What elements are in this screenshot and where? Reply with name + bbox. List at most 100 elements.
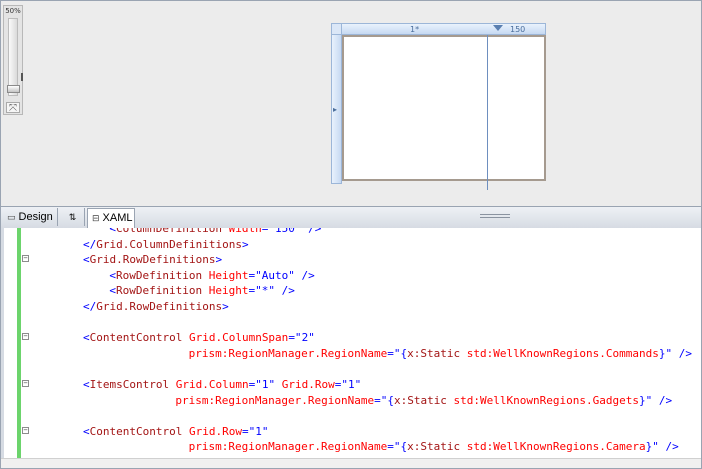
swap-panes-button[interactable]: ⇅ bbox=[61, 208, 85, 226]
code-token: RowDefinition bbox=[116, 284, 203, 298]
code-token: =" bbox=[241, 424, 256, 438]
code-text: prism:RegionManager.RegionName="{x:Stati… bbox=[189, 346, 692, 361]
code-token: Width bbox=[221, 228, 262, 235]
code-token: < bbox=[83, 424, 90, 438]
code-text: <Grid.RowDefinitions> bbox=[83, 252, 222, 267]
code-token: 1 bbox=[347, 378, 355, 391]
collapse-icon[interactable]: − bbox=[22, 426, 29, 434]
code-token: Height bbox=[202, 268, 249, 282]
tab-design[interactable]: ▭ Design bbox=[3, 208, 58, 226]
code-token: Grid.RowDefinitions bbox=[89, 253, 216, 267]
collapse-icon[interactable]: − bbox=[22, 255, 29, 263]
column-divider-line[interactable] bbox=[487, 35, 488, 190]
fit-to-screen-icon[interactable]: ⤧ bbox=[6, 102, 20, 114]
zoom-slider-thumb[interactable] bbox=[7, 85, 20, 93]
design-view-icon: ▭ bbox=[7, 213, 16, 223]
code-token: > bbox=[241, 237, 249, 251]
tab-xaml-label: XAML bbox=[102, 212, 133, 224]
column-fixed-label: 150 bbox=[510, 25, 526, 34]
row-marker-icon[interactable]: ▸ bbox=[333, 105, 337, 114]
code-line[interactable]: prism:RegionManager.RegionName="{x:Stati… bbox=[1, 346, 701, 361]
code-token: > bbox=[222, 300, 229, 313]
code-token: " /> bbox=[652, 440, 679, 454]
code-line[interactable] bbox=[1, 315, 701, 330]
collapse-icon[interactable]: − bbox=[22, 333, 29, 341]
zoom-level: 50% bbox=[5, 7, 21, 15]
row-ruler[interactable]: ▸ bbox=[331, 34, 342, 184]
swap-arrows-icon: ⇅ bbox=[68, 212, 77, 222]
code-token: " bbox=[261, 424, 269, 438]
code-token: Grid.Column bbox=[169, 378, 249, 391]
grid-canvas[interactable] bbox=[342, 35, 546, 181]
code-token: } bbox=[639, 393, 646, 407]
collapse-icon[interactable]: − bbox=[22, 380, 29, 387]
code-token: Grid.Row bbox=[275, 378, 335, 391]
code-text: <ItemsControl Grid.Column="1" Grid.Row="… bbox=[83, 377, 361, 392]
code-line[interactable]: <RowDefinition Height="Auto" /> bbox=[1, 268, 701, 283]
code-text: <ColumnDefinition Width="150" /> bbox=[109, 228, 321, 236]
code-text: prism:RegionManager.RegionName="{x:Stati… bbox=[189, 439, 679, 454]
code-token: " /> bbox=[268, 284, 295, 298]
code-token: =" bbox=[248, 268, 262, 282]
code-token: Auto bbox=[261, 268, 289, 282]
code-token: =" bbox=[387, 346, 401, 360]
xaml-view-icon: ⊟ bbox=[92, 214, 100, 224]
horizontal-scrollbar[interactable] bbox=[1, 458, 701, 468]
code-line[interactable] bbox=[1, 408, 701, 423]
code-line[interactable]: − <ItemsControl Grid.Column="1" Grid.Row=… bbox=[1, 377, 701, 392]
code-token: </ bbox=[83, 237, 97, 251]
code-text: </Grid.ColumnDefinitions> bbox=[83, 237, 249, 252]
code-text: </Grid.RowDefinitions> bbox=[83, 299, 229, 314]
code-token: < bbox=[83, 378, 90, 391]
code-text: prism:RegionManager.RegionName="{x:Stati… bbox=[175, 393, 672, 408]
code-line[interactable]: prism:RegionManager.RegionName="{x:Stati… bbox=[1, 439, 701, 454]
column-ruler[interactable]: 1* 150 bbox=[341, 23, 546, 35]
view-tab-bar: ▭ Design ⇅ ⊟ XAML bbox=[0, 207, 702, 228]
code-token: prism:RegionManager.RegionName bbox=[188, 346, 388, 360]
code-token: =" bbox=[248, 378, 262, 391]
code-token: x:Static bbox=[393, 393, 447, 407]
tab-design-label: Design bbox=[18, 211, 53, 223]
code-token: std:WellKnownRegions.Camera bbox=[460, 440, 646, 454]
code-line[interactable]: prism:RegionManager.RegionName="{x:Stati… bbox=[1, 393, 701, 408]
code-token: x:Static bbox=[407, 346, 461, 360]
zoom-panel: 50% ⤧ bbox=[3, 5, 23, 115]
code-token: 150 bbox=[274, 228, 295, 235]
code-line[interactable]: </Grid.ColumnDefinitions> bbox=[1, 237, 701, 252]
code-token: ItemsControl bbox=[89, 378, 170, 391]
code-text: <ContentControl Grid.Row="1" bbox=[83, 424, 268, 439]
code-token: prism:RegionManager.RegionName bbox=[188, 440, 388, 454]
column-star-label: 1* bbox=[410, 25, 420, 34]
code-token: < bbox=[83, 331, 90, 345]
code-token: =" bbox=[288, 331, 302, 345]
code-token: " bbox=[354, 378, 362, 391]
code-token: < bbox=[83, 253, 90, 267]
code-line[interactable]: − <ContentControl Grid.ColumnSpan="2" bbox=[1, 330, 701, 345]
code-token: =" bbox=[248, 284, 262, 298]
column-divider-marker-icon[interactable] bbox=[493, 25, 503, 31]
code-token: " bbox=[308, 331, 315, 345]
code-line[interactable] bbox=[1, 361, 701, 376]
grid-designer[interactable]: 1* 150 ▸ bbox=[331, 23, 551, 190]
code-token: " /> bbox=[288, 268, 315, 282]
code-token: =" bbox=[374, 393, 388, 407]
xaml-code-editor[interactable]: <ColumnDefinition Width="150" /> </Grid.C… bbox=[0, 228, 702, 469]
tab-xaml[interactable]: ⊟ XAML bbox=[87, 208, 135, 228]
code-token: Grid.Row bbox=[182, 424, 242, 438]
code-text: <ContentControl Grid.ColumnSpan="2" bbox=[83, 330, 315, 345]
code-line[interactable]: − <ContentControl Grid.Row="1" bbox=[1, 424, 701, 439]
code-line[interactable]: <ColumnDefinition Width="150" /> bbox=[1, 228, 701, 236]
code-token: </ bbox=[83, 300, 97, 313]
splitter-grip[interactable] bbox=[480, 214, 510, 218]
code-token: x:Static bbox=[407, 440, 461, 454]
code-token: RowDefinition bbox=[116, 268, 203, 282]
code-token: =" bbox=[387, 440, 401, 454]
code-text: <RowDefinition Height="Auto" /> bbox=[109, 268, 314, 283]
code-line[interactable]: − <Grid.RowDefinitions> bbox=[1, 252, 701, 267]
code-token: " /> bbox=[645, 393, 673, 407]
code-token: =" bbox=[334, 378, 348, 391]
code-token: prism:RegionManager.RegionName bbox=[175, 393, 375, 407]
code-line[interactable]: </Grid.RowDefinitions> bbox=[1, 299, 701, 314]
design-surface[interactable]: 50% ⤧ 1* 150 ▸ bbox=[0, 0, 702, 207]
code-line[interactable]: <RowDefinition Height="*" /> bbox=[1, 283, 701, 298]
